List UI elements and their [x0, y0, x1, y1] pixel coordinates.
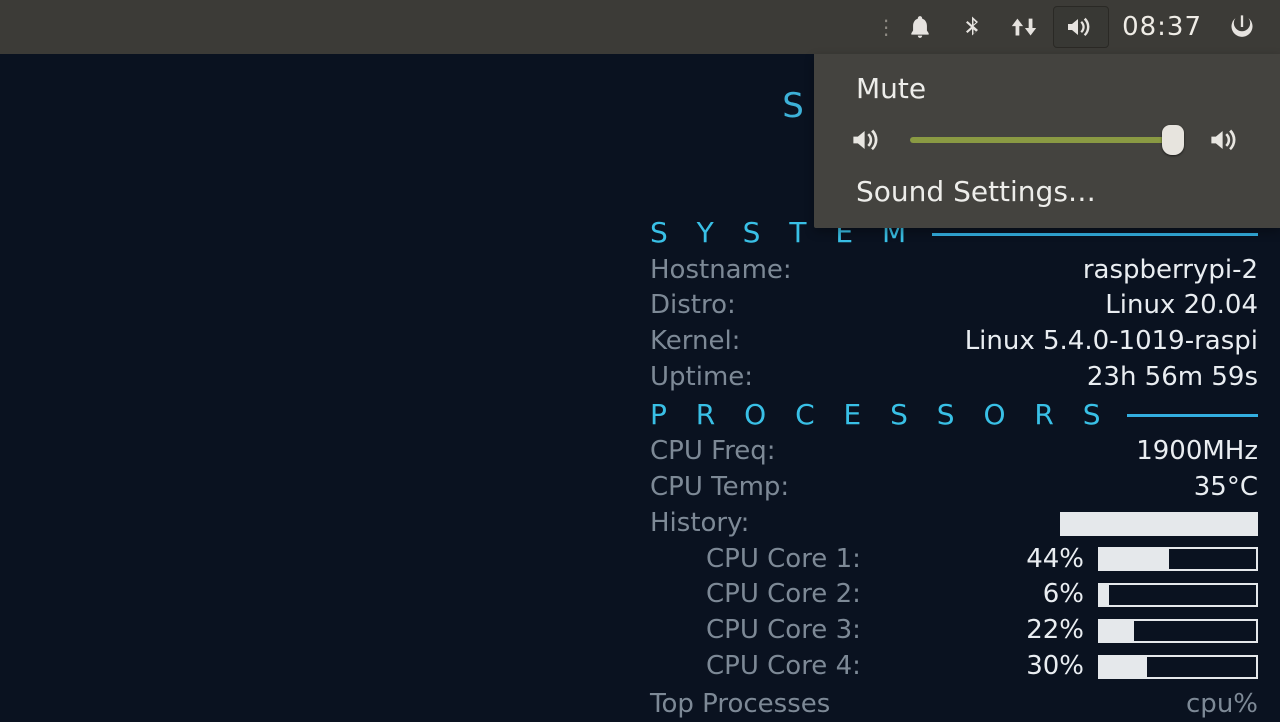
volume-popover: Mute Sound Settings… [814, 54, 1280, 228]
volume-slider[interactable] [910, 137, 1184, 143]
bluetooth-indicator[interactable] [946, 0, 998, 54]
bell-icon [907, 14, 933, 40]
core-bar [1098, 583, 1258, 607]
row-cpu-freq: CPU Freq: 1900MHz [650, 435, 1258, 469]
core-pct: 6% [1014, 578, 1084, 612]
core-bar [1098, 547, 1258, 571]
cpu-temp-value: 35°C [1194, 471, 1258, 505]
kernel-label: Kernel: [650, 325, 740, 359]
cpu-freq-value: 1900MHz [1136, 435, 1258, 469]
row-kernel: Kernel: Linux 5.4.0-1019-raspi [650, 325, 1258, 359]
top-processes-col: cpu% [1186, 688, 1258, 722]
power-icon [1228, 13, 1256, 41]
network-updown-icon [1009, 14, 1039, 40]
history-value [1060, 507, 1258, 541]
core-pct: 44% [1014, 543, 1084, 577]
row-cpu-temp: CPU Temp: 35°C [650, 471, 1258, 505]
clock[interactable]: 08:37 [1112, 12, 1216, 42]
hostname-label: Hostname: [650, 254, 792, 288]
row-distro: Distro: Linux 20.04 [650, 289, 1258, 323]
cpu-temp-label: CPU Temp: [650, 471, 789, 505]
indicator-handle[interactable]: ⋮ [878, 24, 894, 30]
top-panel: ⋮ 08:37 [0, 0, 1280, 54]
volume-high-icon [1208, 125, 1244, 155]
section-processors-rule [1127, 414, 1258, 417]
uptime-label: Uptime: [650, 361, 753, 395]
core-pct: 30% [1014, 650, 1084, 684]
core-bar [1098, 655, 1258, 679]
row-uptime: Uptime: 23h 56m 59s [650, 361, 1258, 395]
top-processes-label: Top Processes [650, 688, 830, 722]
bluetooth-icon [960, 12, 984, 42]
sound-settings-item[interactable]: Sound Settings… [814, 167, 1280, 216]
distro-label: Distro: [650, 289, 736, 323]
core-label: CPU Core 2: [650, 578, 861, 612]
core-label: CPU Core 4: [650, 650, 861, 684]
volume-indicator[interactable] [1053, 6, 1109, 48]
history-graph [1060, 512, 1258, 536]
core-bar [1098, 619, 1258, 643]
vertical-dots-icon: ⋮ [876, 24, 896, 30]
volume-slider-thumb[interactable] [1162, 125, 1184, 155]
distro-value: Linux 20.04 [1105, 289, 1258, 323]
core-pct: 22% [1014, 614, 1084, 648]
section-processors-label: P R O C E S S O R S [650, 397, 1111, 433]
kernel-value: Linux 5.4.0-1019-raspi [965, 325, 1258, 359]
hostname-value: raspberrypi-2 [1083, 254, 1258, 288]
row-top-processes: Top Processes cpu% [650, 688, 1258, 722]
section-processors-header: P R O C E S S O R S [650, 397, 1258, 433]
row-cpu-core-2: CPU Core 2: 6% [650, 578, 1258, 612]
cpu-freq-label: CPU Freq: [650, 435, 776, 469]
history-label: History: [650, 507, 749, 541]
row-hostname: Hostname: raspberrypi-2 [650, 254, 1258, 288]
mute-item[interactable]: Mute [814, 64, 1280, 113]
volume-low-icon [850, 125, 886, 155]
core-label: CPU Core 1: [650, 543, 861, 577]
section-system-rule [932, 233, 1258, 236]
volume-high-icon [1065, 14, 1097, 40]
core-label: CPU Core 3: [650, 614, 861, 648]
row-cpu-core-4: CPU Core 4: 30% [650, 650, 1258, 684]
row-cpu-core-1: CPU Core 1: 44% [650, 543, 1258, 577]
row-cpu-core-3: CPU Core 3: 22% [650, 614, 1258, 648]
uptime-value: 23h 56m 59s [1087, 361, 1258, 395]
network-indicator[interactable] [998, 0, 1050, 54]
notifications-indicator[interactable] [894, 0, 946, 54]
volume-slider-row [814, 113, 1280, 167]
system-menu-indicator[interactable] [1216, 0, 1268, 54]
row-history: History: [650, 507, 1258, 541]
